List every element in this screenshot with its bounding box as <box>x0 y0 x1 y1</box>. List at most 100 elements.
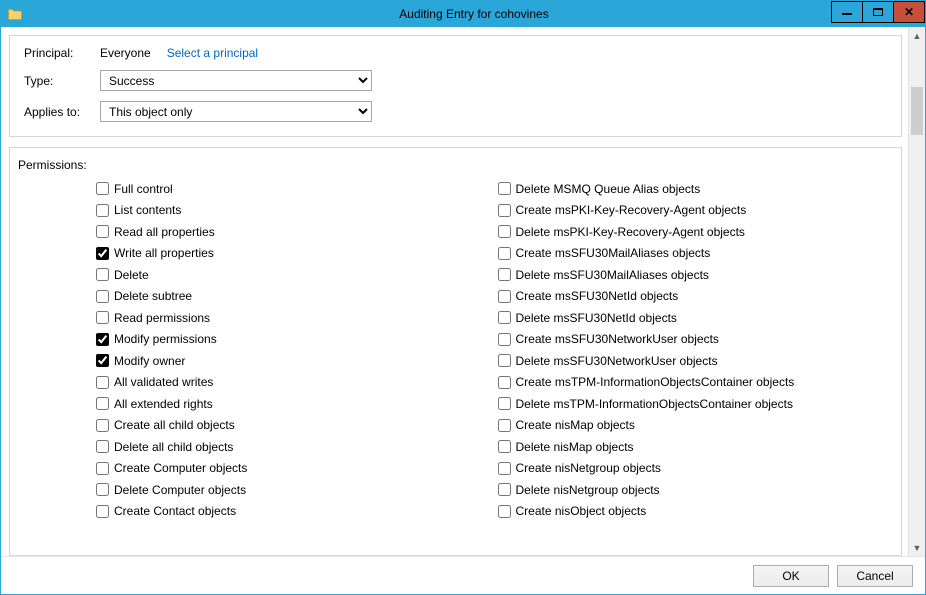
permission-checkbox[interactable] <box>498 419 511 432</box>
permission-checkbox[interactable] <box>498 354 511 367</box>
permission-checkbox[interactable] <box>498 182 511 195</box>
permission-label: Modify permissions <box>114 332 217 346</box>
permission-item[interactable]: Delete msTPM-InformationObjectsContainer… <box>498 393 890 415</box>
maximize-button[interactable] <box>862 1 894 23</box>
maximize-icon <box>873 8 883 16</box>
permission-checkbox[interactable] <box>96 204 109 217</box>
permission-item[interactable]: Read permissions <box>96 307 488 329</box>
minimize-icon <box>842 13 852 15</box>
permission-item[interactable]: Delete msSFU30NetworkUser objects <box>498 350 890 372</box>
permission-item[interactable]: Full control <box>96 178 488 200</box>
permission-item[interactable]: Delete nisMap objects <box>498 436 890 458</box>
permission-item[interactable]: Create nisMap objects <box>498 415 890 437</box>
permission-checkbox[interactable] <box>498 505 511 518</box>
window-caption-buttons: ✕ <box>832 1 925 23</box>
permission-checkbox[interactable] <box>96 311 109 324</box>
scroll-down-arrow-icon[interactable]: ▼ <box>909 539 925 556</box>
window-title: Auditing Entry for cohovines <box>23 7 925 21</box>
permission-checkbox[interactable] <box>498 268 511 281</box>
permission-label: Delete msTPM-InformationObjectsContainer… <box>516 397 793 411</box>
permission-label: Create Contact objects <box>114 504 236 518</box>
permission-checkbox[interactable] <box>96 354 109 367</box>
scroll-up-arrow-icon[interactable]: ▲ <box>909 27 925 44</box>
permissions-columns: Full control List contentsRead all proper… <box>24 178 889 522</box>
permission-label: Delete msSFU30NetId objects <box>516 311 677 325</box>
cancel-button[interactable]: Cancel <box>837 565 913 587</box>
permission-item[interactable]: Delete MSMQ Queue Alias objects <box>498 178 890 200</box>
permission-checkbox[interactable] <box>96 247 109 260</box>
ok-button[interactable]: OK <box>753 565 829 587</box>
permission-checkbox[interactable] <box>96 397 109 410</box>
permission-item[interactable]: Read all properties <box>96 221 488 243</box>
permission-label: Delete msPKI-Key-Recovery-Agent objects <box>516 225 745 239</box>
permission-checkbox[interactable] <box>498 376 511 389</box>
vertical-scrollbar[interactable]: ▲ ▼ <box>908 27 925 556</box>
permission-item[interactable]: Create nisObject objects <box>498 501 890 523</box>
permission-item[interactable]: Delete subtree <box>96 286 488 308</box>
select-principal-link[interactable]: Select a principal <box>167 46 258 60</box>
permission-item[interactable]: Create msPKI-Key-Recovery-Agent objects <box>498 200 890 222</box>
type-label: Type: <box>24 74 100 88</box>
permissions-panel: Permissions: Full controlList contentsRe… <box>9 147 902 556</box>
permission-label: Create nisNetgroup objects <box>516 461 661 475</box>
permission-item[interactable]: Delete Computer objects <box>96 479 488 501</box>
titlebar[interactable]: Auditing Entry for cohovines ✕ <box>1 1 925 27</box>
permission-item[interactable]: Create msTPM-InformationObjectsContainer… <box>498 372 890 394</box>
permission-item[interactable]: Delete msSFU30NetId objects <box>498 307 890 329</box>
permission-checkbox[interactable] <box>96 483 109 496</box>
permission-checkbox[interactable] <box>96 268 109 281</box>
permission-checkbox[interactable] <box>498 483 511 496</box>
permission-checkbox[interactable] <box>498 440 511 453</box>
permission-item[interactable]: Delete <box>96 264 488 286</box>
permission-label: Delete nisMap objects <box>516 440 634 454</box>
permission-item[interactable]: Create msSFU30NetworkUser objects <box>498 329 890 351</box>
minimize-button[interactable] <box>831 1 863 23</box>
permission-item[interactable]: Write all properties <box>96 243 488 265</box>
permission-label: Full control <box>114 182 173 196</box>
permission-item[interactable]: Create Contact objects <box>96 501 488 523</box>
permission-checkbox[interactable] <box>498 204 511 217</box>
permission-item[interactable]: Create msSFU30MailAliases objects <box>498 243 890 265</box>
type-select[interactable]: Success <box>100 70 372 91</box>
permission-checkbox[interactable] <box>96 419 109 432</box>
permission-item[interactable]: Create all child objects <box>96 415 488 437</box>
permission-checkbox[interactable] <box>498 333 511 346</box>
permission-item[interactable]: List contents <box>96 200 488 222</box>
applies-to-row: Applies to: This object only <box>24 101 889 122</box>
permission-checkbox[interactable] <box>498 462 511 475</box>
scroll-thumb[interactable] <box>911 87 923 135</box>
principal-panel: Principal: Everyone Select a principal T… <box>9 35 902 137</box>
applies-to-select[interactable]: This object only <box>100 101 372 122</box>
permission-checkbox[interactable] <box>498 247 511 260</box>
permission-item[interactable]: Create nisNetgroup objects <box>498 458 890 480</box>
permission-checkbox[interactable] <box>96 440 109 453</box>
permission-item[interactable]: Delete nisNetgroup objects <box>498 479 890 501</box>
permissions-right-column: Delete MSMQ Queue Alias objectsCreate ms… <box>498 178 890 522</box>
permission-item[interactable]: Delete msPKI-Key-Recovery-Agent objects <box>498 221 890 243</box>
permission-item[interactable]: All validated writes <box>96 372 488 394</box>
permission-label: Create msSFU30NetworkUser objects <box>516 332 719 346</box>
permission-checkbox[interactable] <box>96 182 109 195</box>
permission-item[interactable]: Modify owner <box>96 350 488 372</box>
permission-label: Delete nisNetgroup objects <box>516 483 660 497</box>
permission-checkbox[interactable] <box>498 290 511 303</box>
permission-item[interactable]: Delete all child objects <box>96 436 488 458</box>
permission-checkbox[interactable] <box>96 290 109 303</box>
permission-label: Delete all child objects <box>114 440 233 454</box>
permission-checkbox[interactable] <box>498 225 511 238</box>
permission-item[interactable]: All extended rights <box>96 393 488 415</box>
permission-label: Create Computer objects <box>114 461 247 475</box>
permission-item[interactable]: Modify permissions <box>96 329 488 351</box>
permission-item[interactable]: Create msSFU30NetId objects <box>498 286 890 308</box>
close-button[interactable]: ✕ <box>893 1 925 23</box>
permission-item[interactable]: Delete msSFU30MailAliases objects <box>498 264 890 286</box>
permission-checkbox[interactable] <box>96 505 109 518</box>
permission-checkbox[interactable] <box>96 333 109 346</box>
permission-checkbox[interactable] <box>498 311 511 324</box>
permission-item[interactable]: Create Computer objects <box>96 458 488 480</box>
permission-checkbox[interactable] <box>498 397 511 410</box>
permission-label: Create nisObject objects <box>516 504 647 518</box>
permission-checkbox[interactable] <box>96 225 109 238</box>
permission-checkbox[interactable] <box>96 462 109 475</box>
permission-checkbox[interactable] <box>96 376 109 389</box>
